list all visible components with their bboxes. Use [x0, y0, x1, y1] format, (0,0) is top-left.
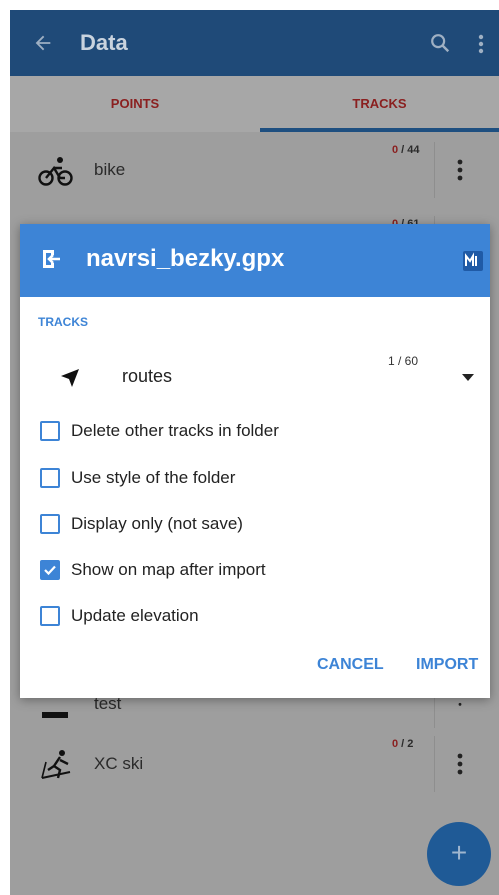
- plus-icon: +: [450, 837, 468, 868]
- import-button[interactable]: IMPORT: [416, 656, 478, 674]
- more-vert-icon[interactable]: [457, 158, 463, 182]
- tab-selected-indicator: [260, 128, 499, 132]
- list-item-count: 0 / 44: [392, 144, 420, 156]
- checkbox-unchecked[interactable]: [40, 514, 60, 534]
- option-label: Update elevation: [71, 606, 199, 625]
- cancel-button[interactable]: CANCEL: [317, 656, 384, 674]
- list-item-xc-ski[interactable]: XC ski 0 / 2: [10, 728, 499, 802]
- search-icon[interactable]: [429, 32, 451, 54]
- app-title: Data: [80, 30, 128, 55]
- back-arrow-icon[interactable]: [32, 32, 54, 54]
- bike-icon: [38, 157, 73, 186]
- checkbox-unchecked[interactable]: [40, 421, 60, 441]
- option-use-folder-style[interactable]: Use style of the folder: [40, 461, 480, 497]
- list-item-bike[interactable]: bike 0 / 44: [10, 134, 499, 208]
- import-dialog: navrsi_bezky.gpx TRACKS routes 1 / 60 De…: [20, 224, 490, 698]
- list-item-count: 0 / 2: [392, 738, 414, 750]
- folder-selector[interactable]: routes 1 / 60: [20, 342, 490, 402]
- option-label: Use style of the folder: [71, 468, 236, 487]
- app-bar: Data: [10, 10, 499, 76]
- navigation-arrow-icon: [61, 369, 79, 387]
- more-vert-icon[interactable]: [457, 702, 463, 716]
- tab-points[interactable]: POINTS: [10, 76, 260, 132]
- xc-ski-icon: [41, 750, 71, 779]
- more-vert-icon[interactable]: [457, 752, 463, 776]
- section-label: TRACKS: [38, 315, 88, 329]
- checkbox-checked[interactable]: [40, 560, 60, 580]
- add-fab-button[interactable]: +: [427, 822, 491, 886]
- folder-count: 1 / 60: [388, 354, 419, 368]
- option-update-elevation[interactable]: Update elevation: [40, 599, 480, 635]
- option-show-on-map[interactable]: Show on map after import: [40, 553, 480, 589]
- list-item-label: bike: [94, 160, 126, 179]
- checkbox-unchecked[interactable]: [40, 606, 60, 626]
- option-display-only[interactable]: Display only (not save): [40, 507, 480, 543]
- tab-bar: POINTS TRACKS: [10, 76, 499, 132]
- dropdown-arrow-icon[interactable]: [462, 374, 474, 382]
- option-label: Display only (not save): [71, 514, 243, 533]
- more-vert-icon[interactable]: [478, 34, 484, 54]
- divider: [434, 142, 435, 198]
- list-item-label: XC ski: [94, 754, 144, 773]
- option-delete-other-tracks[interactable]: Delete other tracks in folder: [40, 414, 480, 450]
- option-label: Delete other tracks in folder: [71, 421, 279, 440]
- dialog-title: navrsi_bezky.gpx: [86, 245, 285, 272]
- screen: Data POINTS TRACKS bike 0 / 44 test XC s…: [10, 10, 499, 895]
- checkmark-icon: [44, 565, 56, 576]
- import-icon: [43, 250, 60, 268]
- tab-tracks[interactable]: TRACKS: [260, 76, 499, 132]
- locus-map-icon[interactable]: [463, 251, 483, 271]
- divider: [434, 736, 435, 792]
- dialog-header: navrsi_bezky.gpx: [20, 224, 490, 297]
- checkbox-unchecked[interactable]: [40, 468, 60, 488]
- option-label: Show on map after import: [71, 560, 266, 579]
- folder-name: routes: [122, 366, 173, 386]
